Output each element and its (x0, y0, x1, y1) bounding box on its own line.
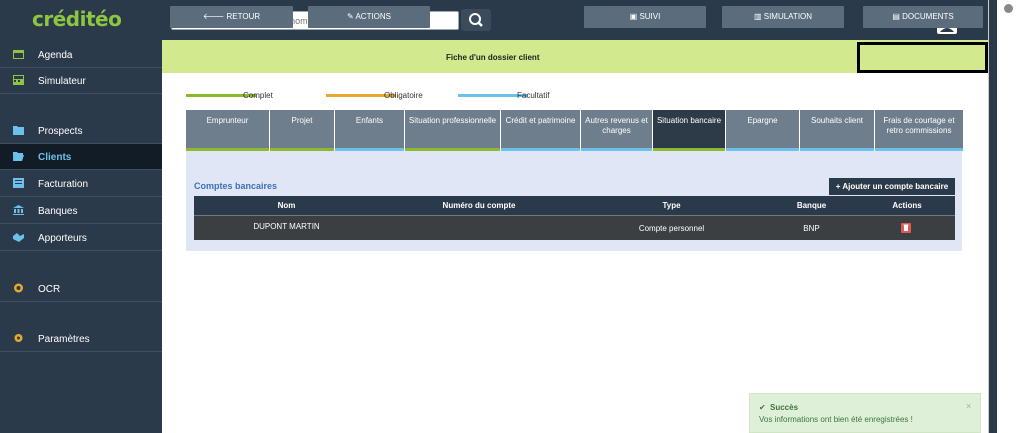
sidebar-item-facturation[interactable]: Facturation (0, 171, 162, 197)
sidebar-item-label: Apporteurs (38, 233, 87, 244)
tab-enfants[interactable]: Enfants (335, 110, 404, 151)
table-row[interactable]: DUPONT MARTIN Compte personnel BNP (194, 215, 955, 240)
cell-nom: DUPONT MARTIN (253, 222, 320, 231)
sidebar-item-ocr[interactable]: OCR (0, 276, 162, 302)
legend-facultatif-label: Facultatif (517, 91, 550, 100)
cell-type: Compte personnel (638, 224, 705, 233)
sidebar-item-label: Clients (38, 152, 72, 163)
column-header: Numéro du compte (442, 201, 516, 210)
column-header: Type (662, 201, 681, 210)
section-title: Comptes bancaires (194, 181, 278, 191)
tab-projet[interactable]: Projet (270, 110, 334, 151)
column-header: Actions (892, 201, 922, 210)
invoice-icon (13, 178, 24, 188)
sidebar-item-label: Simulateur (38, 76, 86, 87)
gear-icon (14, 334, 23, 342)
wordpress-icon[interactable] (1004, 4, 1013, 13)
column-header: Banque (796, 201, 827, 210)
calendar-icon (13, 50, 24, 59)
right-panel-strip (988, 0, 1024, 433)
sidebar-item-simulateur[interactable]: Simulateur (0, 68, 162, 94)
toast-message: Vos informations ont bien été enregistré… (759, 415, 913, 424)
sidebar-item-clients[interactable]: Clients (0, 144, 162, 170)
retour-button[interactable]: 🡐 RETOUR (170, 6, 293, 28)
ocr-icon (14, 283, 23, 293)
sidebar-item-label: Paramètres (38, 334, 90, 345)
tab-autres-revenus[interactable]: Autres revenus et charges (581, 110, 652, 151)
tab-credit-patrimoine[interactable]: Crédit et patrimoine (501, 110, 580, 151)
folder-open-icon (13, 152, 24, 161)
sidebar-item-label: Banques (38, 206, 78, 217)
sidebar-item-label: OCR (38, 284, 61, 295)
documents-highlight (857, 42, 988, 73)
trash-icon (903, 224, 909, 231)
success-toast: ✔ Succès Vos informations ont bien été e… (749, 393, 981, 433)
sidebar-item-agenda[interactable]: Agenda (0, 42, 162, 68)
briefcase-icon: ▣ (629, 12, 640, 21)
check-icon: ✔ (759, 403, 766, 412)
close-icon[interactable]: × (966, 401, 971, 411)
add-compte-button[interactable]: + Ajouter un compte bancaire (829, 178, 955, 195)
legend-obligatoire-label: Obligatoire (384, 91, 423, 100)
documents-button[interactable]: ▤ DOCUMENTS (863, 6, 983, 28)
chart-icon: ▥ (753, 12, 764, 21)
sidebar-item-label: Facturation (38, 179, 89, 190)
cell-banque: BNP (803, 224, 820, 233)
simulation-button[interactable]: ▥ SIMULATION (722, 6, 844, 28)
handshake-icon (13, 233, 24, 242)
page-title: Fiche d'un dossier client (446, 53, 540, 62)
toast-title: Succès (770, 403, 799, 412)
folder-icon (13, 126, 24, 135)
legend-complet-label: Complet (243, 91, 273, 100)
table-header: Nom Numéro du compte Type Banque Actions (194, 196, 955, 215)
column-header: Nom (277, 201, 296, 210)
search-button[interactable] (461, 9, 491, 31)
calculator-icon (13, 75, 24, 85)
sidebar-item-label: Agenda (38, 50, 73, 61)
tab-souhaits-client[interactable]: Souhaits client (800, 110, 874, 151)
actions-button[interactable]: ✎ ACTIONS (308, 6, 430, 28)
bank-icon (13, 205, 24, 215)
sidebar-item-parametres[interactable]: Paramètres (0, 326, 162, 352)
tab-situation-bancaire[interactable]: Situation bancaire (653, 110, 725, 151)
sidebar: Agenda Simulateur Prospects Clients Fact… (0, 40, 162, 433)
app-logo[interactable]: créditéo (32, 7, 122, 31)
search-icon (469, 13, 483, 27)
sidebar-item-banques[interactable]: Banques (0, 198, 162, 224)
sidebar-item-apporteurs[interactable]: Apporteurs (0, 225, 162, 251)
delete-button[interactable] (901, 223, 911, 233)
tab-emprunteur[interactable]: Emprunteur (186, 110, 269, 151)
sidebar-item-label: Prospects (38, 126, 83, 137)
sidebar-item-prospects[interactable]: Prospects (0, 118, 162, 144)
tab-frais-courtage[interactable]: Frais de courtage et retro commissions (875, 110, 963, 151)
document-icon: ▤ (892, 12, 903, 21)
arrow-left-icon: 🡐 (202, 12, 227, 21)
tab-situation-professionnelle[interactable]: Situation professionnelle (405, 110, 500, 151)
tab-epargne[interactable]: Epargne (726, 110, 799, 151)
suivi-button[interactable]: ▣ SUIVI (584, 6, 706, 28)
